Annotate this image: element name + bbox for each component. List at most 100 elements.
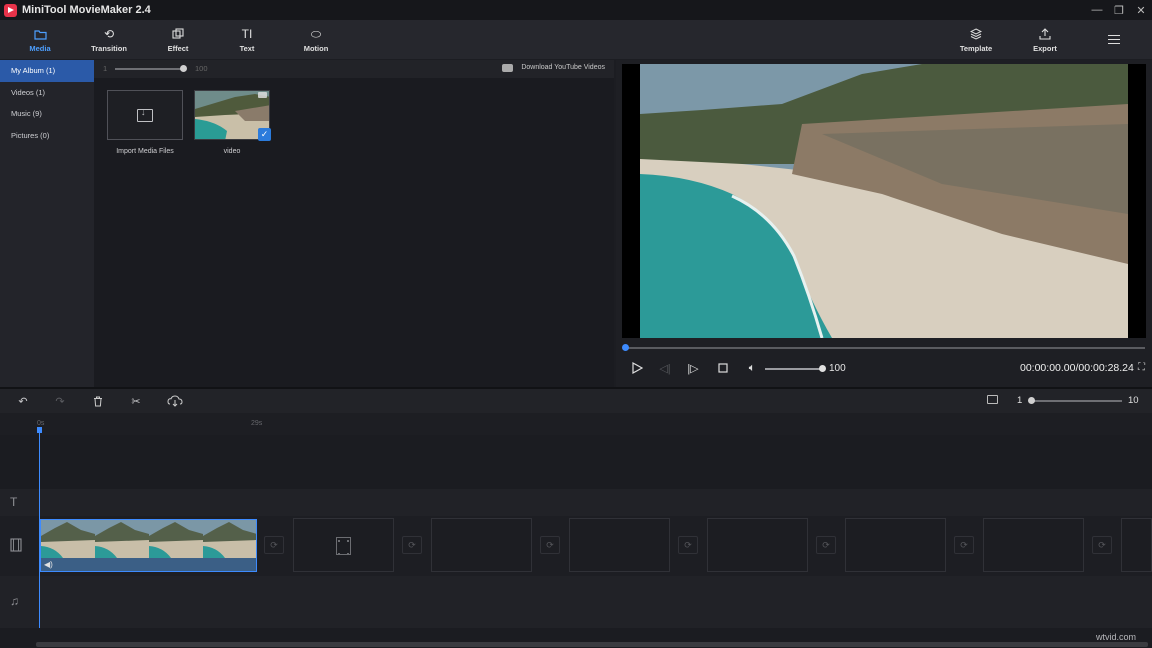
delete-icon[interactable] — [90, 393, 106, 409]
empty-clip-slot[interactable] — [293, 518, 394, 572]
template-button[interactable]: Template — [946, 20, 1006, 59]
text-track[interactable]: T — [0, 489, 1152, 516]
upload-icon — [1039, 26, 1051, 42]
tab-label: Motion — [304, 44, 329, 53]
transition-slot[interactable]: ⟳ — [678, 536, 698, 554]
app-logo-icon — [4, 4, 17, 17]
main-toolbar: Media ⟲ Transition Effect TI Text ⬭ Moti… — [0, 20, 1152, 59]
film-placeholder-icon — [336, 537, 351, 555]
undo-icon[interactable]: ↶ — [15, 393, 31, 409]
timeline-zoom-slider[interactable] — [1031, 400, 1122, 402]
tab-media[interactable]: Media — [10, 20, 70, 59]
youtube-download-icon[interactable] — [502, 64, 513, 72]
window-controls: — ❐ ✕ — [1086, 0, 1152, 20]
empty-clip-slot[interactable] — [1121, 518, 1152, 572]
transition-slot[interactable]: ⟳ — [954, 536, 974, 554]
transition-slot[interactable]: ⟳ — [540, 536, 560, 554]
clip-frame — [41, 520, 95, 558]
play-icon — [632, 362, 643, 374]
transition-slot[interactable]: ⟳ — [264, 536, 284, 554]
transition-icon: ⟳ — [408, 540, 416, 551]
timecode: 00:00:00.00/00:00:28.24 — [1020, 362, 1134, 374]
media-sidebar: My Album (1) Videos (1) Music (9) Pictur… — [0, 60, 94, 387]
music-note-icon: ♫ — [10, 594, 19, 608]
preview-progress-bar[interactable] — [626, 347, 1145, 349]
tab-effect[interactable]: Effect — [148, 20, 208, 59]
volume-button[interactable]: 🔈︎ — [744, 361, 760, 375]
close-icon[interactable]: ✕ — [1130, 0, 1152, 20]
restore-icon[interactable]: ❐ — [1108, 0, 1130, 20]
tab-label: Transition — [91, 44, 127, 53]
timeline-ruler[interactable]: 0s 29s — [0, 413, 1152, 435]
transition-slot[interactable]: ⟳ — [1092, 536, 1112, 554]
transition-icon: ⟳ — [684, 540, 692, 551]
transition-icon: ⟳ — [546, 540, 554, 551]
prev-frame-button[interactable]: ◁| — [658, 361, 672, 375]
music-track[interactable]: ♫ — [0, 576, 1152, 628]
download-youtube-link[interactable]: Download YouTube Videos — [521, 64, 605, 71]
film-icon — [10, 538, 22, 555]
empty-clip-slot[interactable] — [707, 518, 808, 572]
transition-slot[interactable]: ⟳ — [816, 536, 836, 554]
sidebar-item-my-album[interactable]: My Album (1) — [0, 60, 94, 82]
timeline-empty-area — [0, 435, 1152, 489]
fit-timeline-icon[interactable] — [987, 395, 998, 404]
timeline-zoom-min: 1 — [1017, 395, 1022, 406]
preview-panel: ◁| |▷ 🔈︎ 100 00:00:00.00/00:00:28.24 ⛶ — [616, 60, 1152, 387]
hamburger-menu-icon — [1107, 32, 1121, 48]
template-label: Template — [960, 44, 992, 53]
timeline-toolbar: ↶ ↷ ✂ 1 10 — [0, 389, 1152, 413]
tab-label: Text — [240, 44, 255, 53]
thumb-zoom-handle[interactable] — [180, 65, 187, 72]
sidebar-item-pictures[interactable]: Pictures (0) — [0, 125, 94, 147]
empty-clip-slot[interactable] — [983, 518, 1084, 572]
clip-frame — [95, 520, 149, 558]
selected-check-icon[interactable]: ✓ — [258, 128, 271, 141]
empty-clip-slot[interactable] — [569, 518, 670, 572]
import-media-button[interactable] — [107, 90, 183, 140]
text-track-icon: T — [10, 495, 17, 509]
transition-icon: ⟳ — [270, 540, 278, 551]
fullscreen-icon[interactable]: ⛶ — [1138, 362, 1145, 373]
sidebar-item-music[interactable]: Music (9) — [0, 103, 94, 125]
media-library: 1 100 Download YouTube Videos Import Med… — [94, 60, 614, 387]
timeline-zoom-handle[interactable] — [1028, 397, 1035, 404]
playhead-handle[interactable] — [37, 427, 42, 433]
volume-slider[interactable] — [765, 368, 821, 370]
tab-label: Media — [29, 44, 50, 53]
clip-thumbnails — [41, 520, 257, 558]
audio-mix-icon[interactable] — [166, 393, 184, 409]
tab-motion[interactable]: ⬭ Motion — [286, 20, 346, 59]
motion-icon: ⬭ — [311, 26, 321, 42]
redo-icon[interactable]: ↷ — [52, 393, 68, 409]
tab-text[interactable]: TI Text — [217, 20, 277, 59]
empty-clip-slot[interactable] — [845, 518, 946, 572]
export-label: Export — [1033, 44, 1057, 53]
import-media-label: Import Media Files — [97, 148, 193, 155]
watermark: wtvid.com — [1096, 632, 1136, 642]
title-bar: MiniTool MovieMaker 2.4 — ❐ ✕ — [0, 0, 1152, 20]
preview-progress-handle[interactable] — [622, 344, 629, 351]
menu-button[interactable] — [1084, 20, 1144, 59]
stop-button[interactable] — [716, 361, 730, 375]
sidebar-item-videos[interactable]: Videos (1) — [0, 82, 94, 104]
video-clip[interactable]: ◀) — [40, 519, 257, 572]
playhead[interactable] — [39, 430, 40, 628]
preview-video[interactable] — [622, 64, 1146, 338]
volume-handle[interactable] — [819, 365, 826, 372]
next-frame-button[interactable]: |▷ — [686, 361, 700, 375]
clip-frame — [149, 520, 203, 558]
thumb-zoom-max: 100 — [195, 64, 208, 73]
play-button[interactable] — [630, 361, 644, 375]
tab-transition[interactable]: ⟲ Transition — [79, 20, 139, 59]
minimize-icon[interactable]: — — [1086, 0, 1108, 20]
split-icon[interactable]: ✂ — [128, 393, 144, 409]
empty-clip-slot[interactable] — [431, 518, 532, 572]
thumb-zoom-slider[interactable] — [115, 68, 185, 70]
layers-icon — [970, 26, 982, 42]
timeline-scrollbar[interactable] — [36, 642, 1148, 647]
thumb-zoom-min: 1 — [103, 64, 107, 73]
transition-slot[interactable]: ⟳ — [402, 536, 422, 554]
export-button[interactable]: Export — [1015, 20, 1075, 59]
clip-audio-icon[interactable]: ◀) — [44, 560, 53, 569]
